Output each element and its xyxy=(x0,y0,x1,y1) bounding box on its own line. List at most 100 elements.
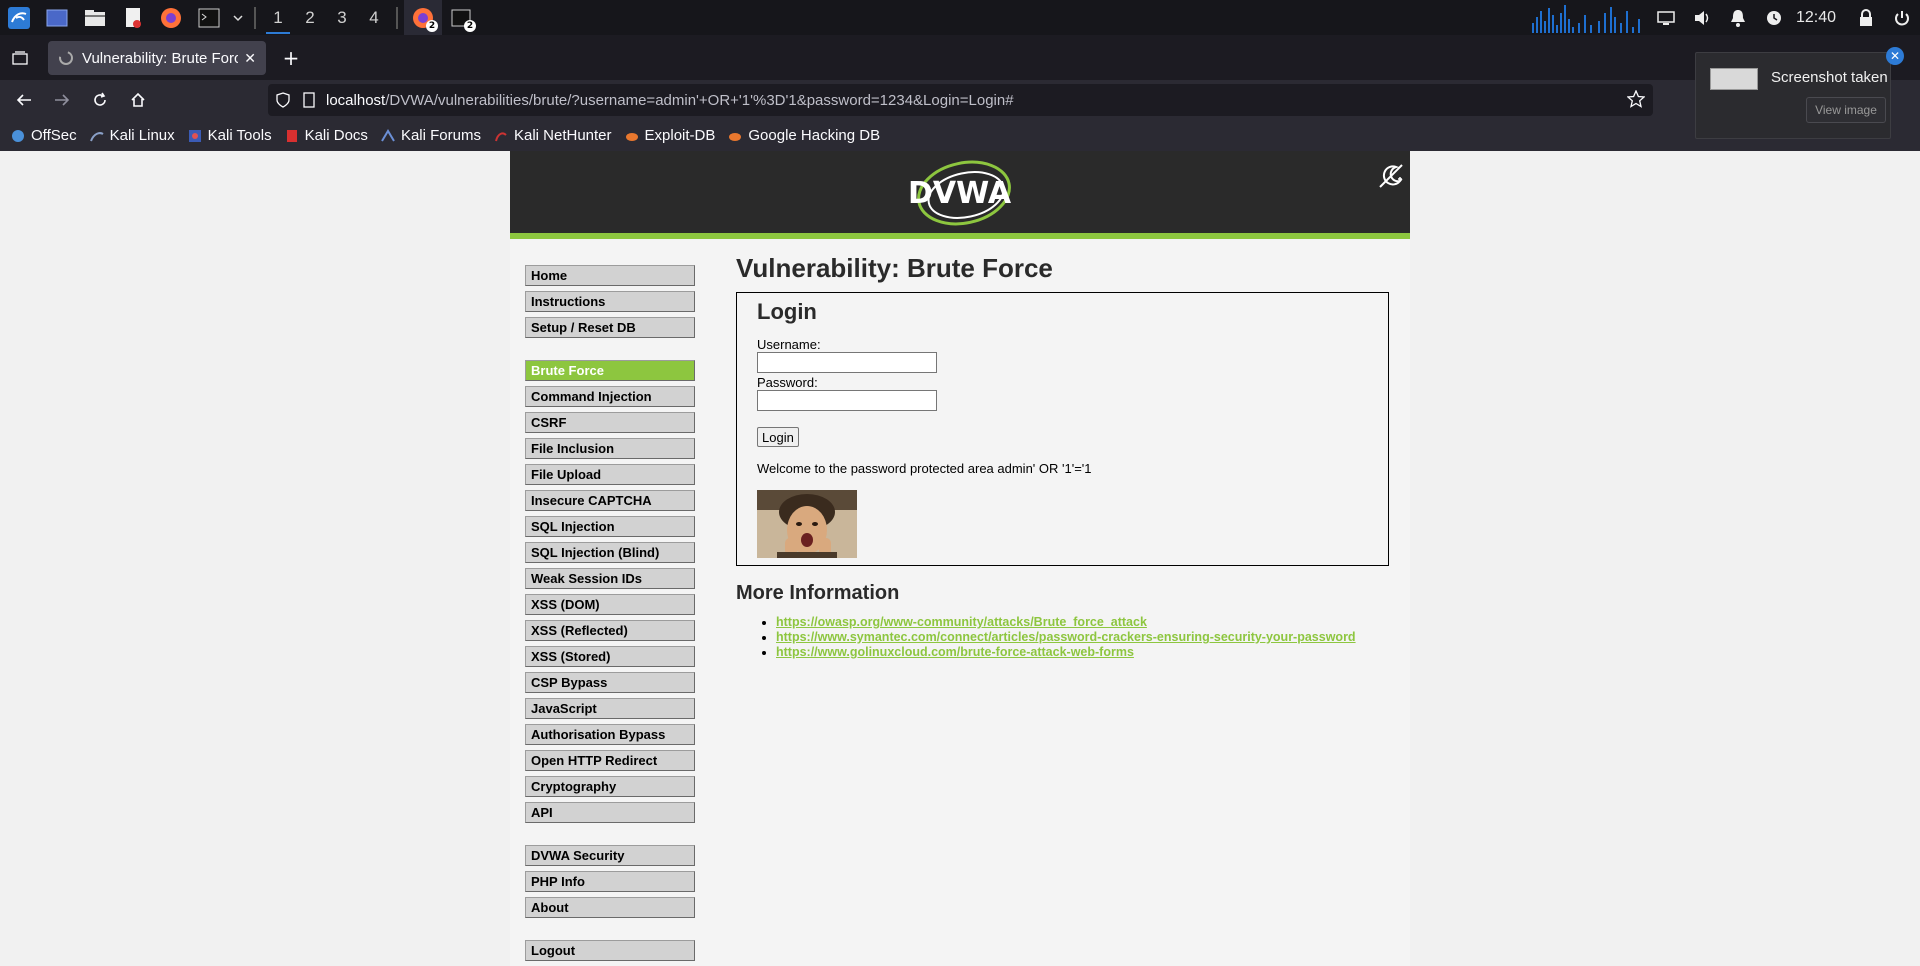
password-label: Password: xyxy=(757,375,818,390)
forward-arrow-icon[interactable] xyxy=(44,84,80,116)
login-button[interactable]: Login xyxy=(757,427,799,447)
bookmark-kali-tools[interactable]: Kali Tools xyxy=(187,127,272,144)
bookmark-exploit-db[interactable]: Exploit-DB xyxy=(624,127,716,144)
workspace-3[interactable]: 3 xyxy=(326,0,358,35)
menu-item-sql-injection-blind[interactable]: SQL Injection (Blind) xyxy=(525,542,695,563)
shield-icon[interactable] xyxy=(268,92,298,108)
view-image-button[interactable]: View image xyxy=(1806,97,1886,123)
menu-item-file-inclusion[interactable]: File Inclusion xyxy=(525,438,695,459)
menu-item-brute-force[interactable]: Brute Force xyxy=(525,360,695,381)
tab-overview-icon[interactable] xyxy=(8,47,32,69)
bookmark-label: Kali Linux xyxy=(109,127,175,144)
bookmark-star-icon[interactable] xyxy=(1626,89,1646,112)
window-count-badge: 2 xyxy=(426,20,438,32)
username-label: Username: xyxy=(757,337,821,352)
offsec-icon xyxy=(10,128,26,144)
username-input[interactable] xyxy=(757,352,937,373)
volume-icon[interactable] xyxy=(1684,0,1720,35)
tab-close-icon[interactable]: ✕ xyxy=(244,50,256,67)
menu-item-api[interactable]: API xyxy=(525,802,695,823)
reference-link-golinuxcloud[interactable]: https://www.golinuxcloud.com/brute-force… xyxy=(776,645,1134,659)
text-editor-icon[interactable] xyxy=(114,0,152,35)
reference-link-symantec[interactable]: https://www.symantec.com/connect/article… xyxy=(776,630,1356,644)
launcher-chevron-down-icon[interactable] xyxy=(228,0,248,35)
bookmark-label: Exploit-DB xyxy=(644,127,716,144)
clock[interactable]: 12:40 xyxy=(1792,9,1848,27)
new-tab-icon[interactable]: + xyxy=(280,46,302,70)
kali-menu-icon[interactable] xyxy=(0,0,38,35)
menu-item-instructions[interactable]: Instructions xyxy=(525,291,695,312)
show-desktop-icon[interactable] xyxy=(38,0,76,35)
tab-brute-force[interactable]: Vulnerability: Brute Force ✕ xyxy=(48,41,266,75)
terminal-window-button[interactable]: 2 xyxy=(442,0,480,35)
bookmark-kali-nethunter[interactable]: Kali NetHunter xyxy=(493,127,612,144)
user-avatar-image xyxy=(757,490,857,558)
menu-item-php-info[interactable]: PHP Info xyxy=(525,871,695,892)
page-title: Vulnerability: Brute Force xyxy=(736,253,1053,283)
menu-item-csp-bypass[interactable]: CSP Bypass xyxy=(525,672,695,693)
bookmark-label: OffSec xyxy=(31,127,77,144)
back-arrow-icon[interactable] xyxy=(6,84,42,116)
tab-title: Vulnerability: Brute Force xyxy=(82,49,239,67)
bookmark-offsec[interactable]: OffSec xyxy=(10,127,77,144)
menu-item-dvwa-security[interactable]: DVWA Security xyxy=(525,845,695,866)
reference-link-owasp[interactable]: https://owasp.org/www-community/attacks/… xyxy=(776,615,1147,629)
menu-item-xss-dom[interactable]: XSS (DOM) xyxy=(525,594,695,615)
theme-toggle-icon[interactable] xyxy=(1376,161,1406,191)
menu-item-open-http-redirect[interactable]: Open HTTP Redirect xyxy=(525,750,695,771)
menu-item-cryptography[interactable]: Cryptography xyxy=(525,776,695,797)
page-info-icon[interactable] xyxy=(298,92,320,108)
workspace-label: 3 xyxy=(337,7,347,27)
menu-item-javascript[interactable]: JavaScript xyxy=(525,698,695,719)
terminal-launcher-icon[interactable] xyxy=(190,0,228,35)
dvwa-menu: Home Instructions Setup / Reset DB Brute F… xyxy=(525,265,695,966)
menu-item-command-injection[interactable]: Command Injection xyxy=(525,386,695,407)
notification-close-icon[interactable]: ✕ xyxy=(1886,47,1904,65)
dvwa-header: DVWA xyxy=(510,151,1410,239)
file-manager-icon[interactable] xyxy=(76,0,114,35)
clock-icon xyxy=(1756,0,1792,35)
menu-group-main: Home Instructions Setup / Reset DB xyxy=(525,265,695,338)
dvwa-logo[interactable]: DVWA xyxy=(904,159,1016,229)
workspace-4[interactable]: 4 xyxy=(358,0,390,35)
display-icon[interactable] xyxy=(1648,0,1684,35)
firefox-launcher-icon[interactable] xyxy=(152,0,190,35)
firefox-window-button[interactable]: 2 xyxy=(404,0,442,35)
menu-item-logout[interactable]: Logout xyxy=(525,940,695,961)
cpu-graph-icon xyxy=(1531,4,1640,33)
power-icon[interactable] xyxy=(1884,0,1920,35)
url-text[interactable]: localhost/DVWA/vulnerabilities/brute/?us… xyxy=(326,92,1014,109)
menu-item-xss-reflected[interactable]: XSS (Reflected) xyxy=(525,620,695,641)
workspace-label: 2 xyxy=(305,7,315,27)
lock-icon[interactable] xyxy=(1848,0,1884,35)
workspace-1[interactable]: 1 xyxy=(262,0,294,35)
menu-item-home[interactable]: Home xyxy=(525,265,695,286)
menu-item-about[interactable]: About xyxy=(525,897,695,918)
login-form-box: Login Username: Password: Login Welcome … xyxy=(736,292,1389,566)
home-icon[interactable] xyxy=(120,84,156,116)
window-count-badge: 2 xyxy=(464,20,476,32)
menu-item-setup-reset-db[interactable]: Setup / Reset DB xyxy=(525,317,695,338)
url-bar[interactable]: localhost/DVWA/vulnerabilities/brute/?us… xyxy=(268,84,1653,116)
more-info-heading: More Information xyxy=(736,582,900,604)
bookmark-kali-forums[interactable]: Kali Forums xyxy=(380,127,481,144)
bookmark-google-hacking-db[interactable]: Google Hacking DB xyxy=(727,127,880,144)
menu-item-weak-session-ids[interactable]: Weak Session IDs xyxy=(525,568,695,589)
notification-bell-icon[interactable] xyxy=(1720,0,1756,35)
bookmark-label: Kali Forums xyxy=(400,127,481,144)
menu-item-file-upload[interactable]: File Upload xyxy=(525,464,695,485)
loading-icon xyxy=(59,51,73,65)
menu-item-sql-injection[interactable]: SQL Injection xyxy=(525,516,695,537)
menu-item-authorisation-bypass[interactable]: Authorisation Bypass xyxy=(525,724,695,745)
bookmark-kali-linux[interactable]: Kali Linux xyxy=(89,127,175,144)
bookmark-kali-docs[interactable]: Kali Docs xyxy=(284,127,368,144)
workspace-2[interactable]: 2 xyxy=(294,0,326,35)
bookmark-label: Kali Tools xyxy=(207,127,272,144)
menu-item-insecure-captcha[interactable]: Insecure CAPTCHA xyxy=(525,490,695,511)
menu-item-xss-stored[interactable]: XSS (Stored) xyxy=(525,646,695,667)
screenshot-thumbnail[interactable] xyxy=(1710,68,1758,90)
kali-forums-icon xyxy=(380,128,396,144)
reload-icon[interactable] xyxy=(82,84,118,116)
menu-item-csrf[interactable]: CSRF xyxy=(525,412,695,433)
password-input[interactable] xyxy=(757,390,937,411)
